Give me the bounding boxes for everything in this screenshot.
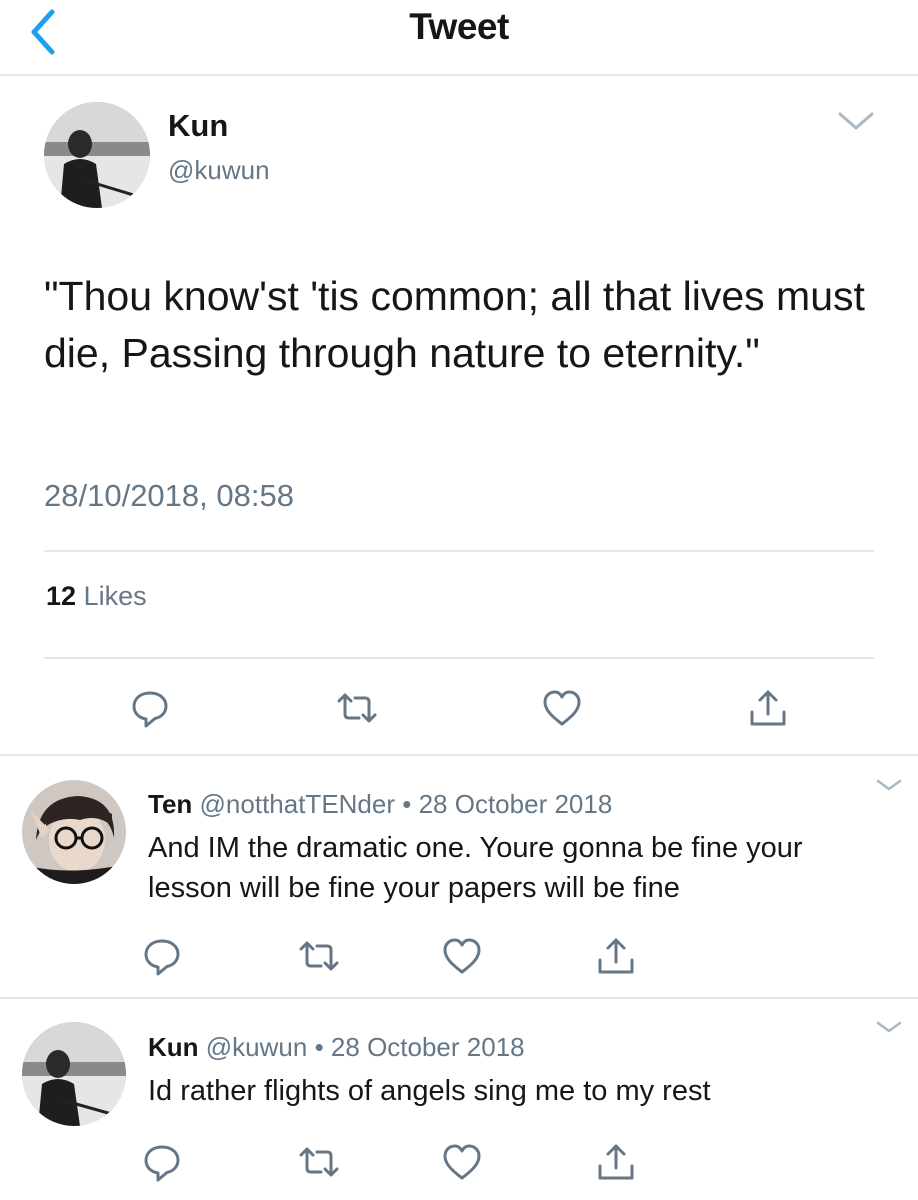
- heart-icon: [543, 690, 581, 726]
- likes-count: 12: [46, 581, 77, 611]
- avatar[interactable]: [22, 1022, 126, 1126]
- header-divider: [0, 74, 918, 76]
- reply-button[interactable]: [128, 686, 172, 730]
- tweet-text: "Thou know'st 'tis common; all that live…: [44, 273, 865, 376]
- reply-button[interactable]: [140, 934, 184, 978]
- share-icon: [598, 938, 634, 974]
- author-name[interactable]: Ten: [148, 789, 192, 819]
- divider: [0, 754, 918, 756]
- author-handle[interactable]: @notthatTENder: [200, 789, 395, 819]
- author-handle[interactable]: @kuwun: [168, 155, 270, 186]
- like-button[interactable]: [440, 934, 484, 978]
- reply-icon: [132, 691, 168, 728]
- reply-date: 28 October 2018: [330, 1032, 525, 1062]
- heart-icon: [443, 938, 481, 974]
- retweet-icon: [337, 693, 377, 723]
- tweet-timestamp: 28/10/2018, 08:58: [44, 478, 294, 513]
- author-name[interactable]: Kun: [168, 108, 228, 144]
- retweet-button[interactable]: [297, 934, 341, 978]
- reply-button[interactable]: [140, 1140, 184, 1184]
- chevron-down-icon: [876, 1021, 902, 1033]
- meta-separator: •: [402, 789, 412, 819]
- retweet-button[interactable]: [335, 686, 379, 730]
- share-button[interactable]: [594, 934, 638, 978]
- reply-date: 28 October 2018: [418, 789, 613, 819]
- avatar-photo: [22, 1022, 126, 1126]
- reply-icon: [144, 1145, 180, 1182]
- retweet-icon: [299, 1147, 339, 1177]
- author-handle[interactable]: @kuwun: [206, 1032, 308, 1062]
- author-name[interactable]: Kun: [148, 1032, 199, 1062]
- avatar-photo: [44, 102, 150, 208]
- chevron-down-icon: [838, 112, 874, 130]
- like-button[interactable]: [440, 1140, 484, 1184]
- chevron-down-icon: [876, 779, 902, 791]
- share-icon: [598, 1144, 634, 1180]
- likes-label: Likes: [83, 581, 147, 611]
- page-title: Tweet: [409, 6, 509, 47]
- divider: [0, 997, 918, 999]
- meta-separator: •: [314, 1032, 324, 1062]
- heart-icon: [443, 1144, 481, 1180]
- retweet-button[interactable]: [297, 1140, 341, 1184]
- avatar[interactable]: [22, 780, 126, 884]
- share-icon: [750, 690, 786, 726]
- reply-text: Id rather flights of angels sing me to m…: [148, 1075, 711, 1107]
- more-options-button[interactable]: [874, 1018, 904, 1038]
- avatar-photo: [22, 780, 126, 884]
- retweet-icon: [299, 941, 339, 971]
- like-button[interactable]: [540, 686, 584, 730]
- likes-stat[interactable]: 12 Likes: [46, 581, 147, 612]
- divider: [44, 550, 874, 552]
- share-button[interactable]: [594, 1140, 638, 1184]
- reply-header: Kun @kuwun • 28 October 2018: [148, 1032, 525, 1063]
- more-options-button[interactable]: [836, 108, 876, 136]
- reply-header: Ten @notthatTENder • 28 October 2018: [148, 789, 612, 820]
- more-options-button[interactable]: [874, 776, 904, 796]
- share-button[interactable]: [746, 686, 790, 730]
- reply-text: And IM the dramatic one. Youre gonna be …: [148, 832, 803, 904]
- reply-icon: [144, 939, 180, 976]
- divider: [44, 657, 874, 659]
- avatar[interactable]: [44, 102, 150, 208]
